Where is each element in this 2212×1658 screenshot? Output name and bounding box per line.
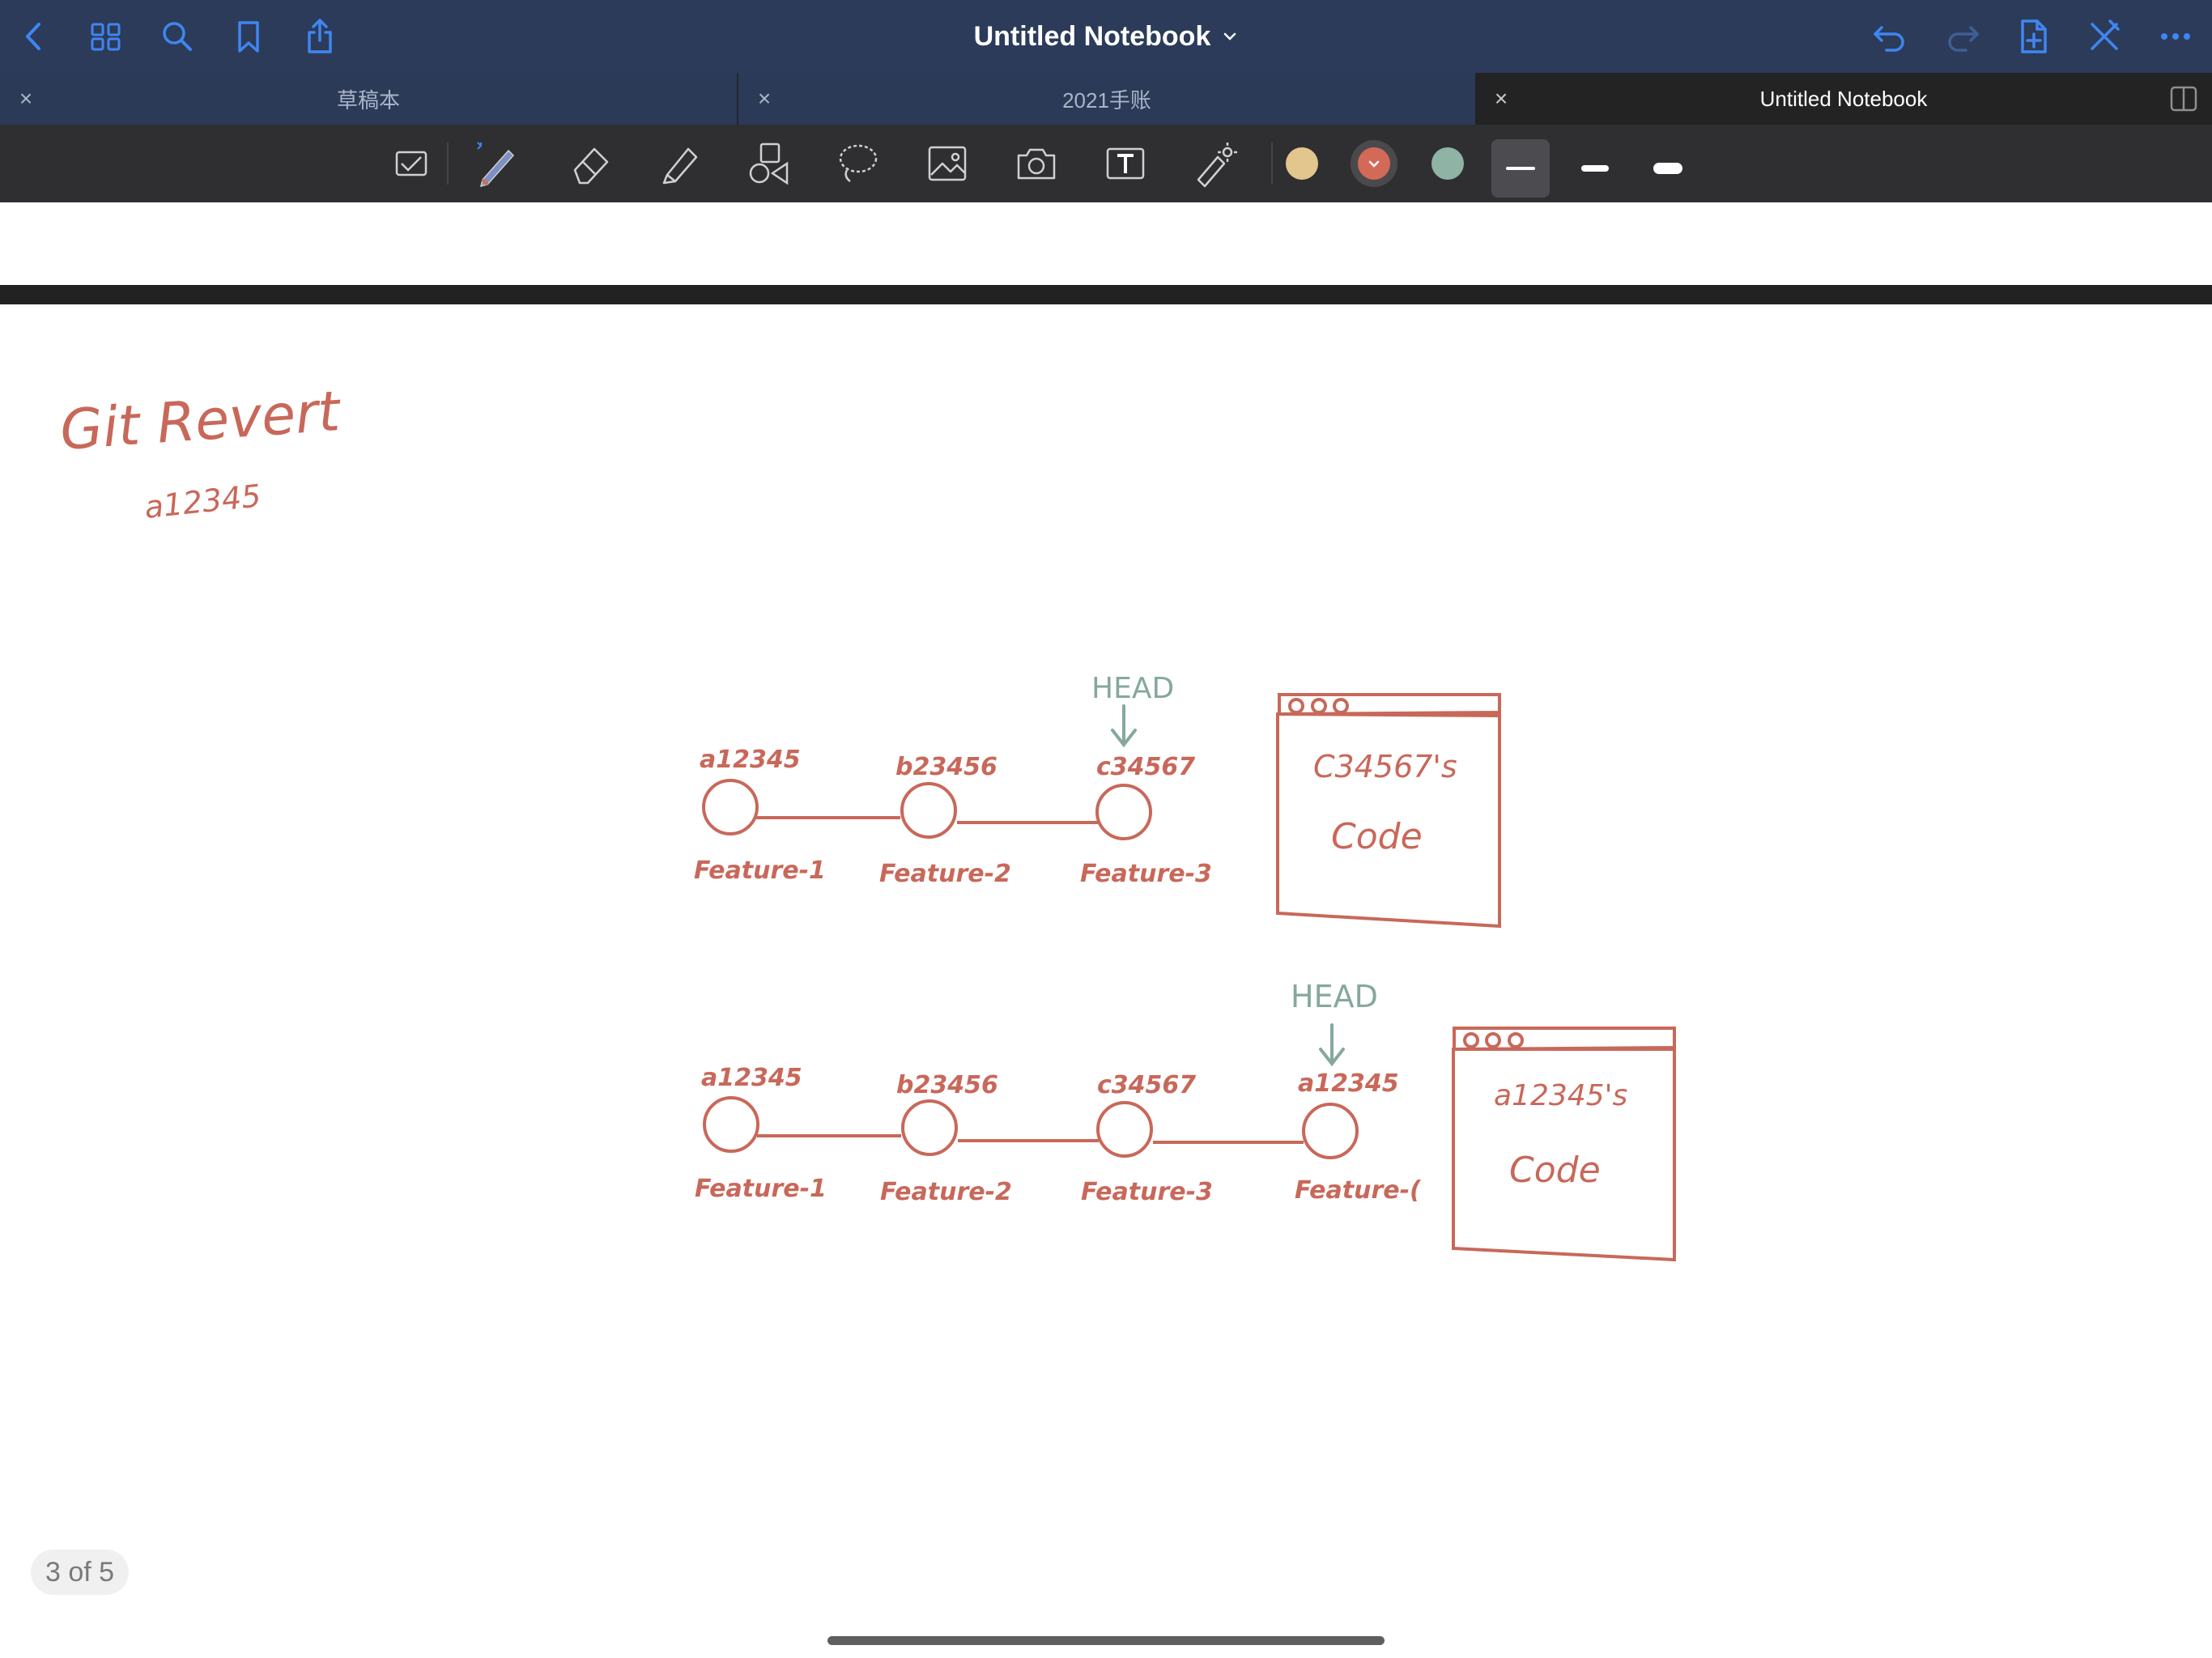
back-icon[interactable]: [15, 16, 55, 57]
tab-notebook[interactable]: × 草稿本: [0, 73, 737, 125]
notebook-title: Untitled Notebook: [973, 20, 1211, 52]
window-caption: a12345's: [1494, 1079, 1627, 1112]
shapes-icon[interactable]: [745, 139, 793, 188]
split-view-icon[interactable]: [2170, 86, 2197, 112]
window-caption: Code: [1331, 816, 1423, 857]
pen-icon[interactable]: [471, 139, 520, 188]
tab-label: Untitled Notebook: [1759, 86, 1928, 111]
commit-diagram-bottom: [703, 1096, 1359, 1159]
window-caption: Code: [1509, 1150, 1601, 1191]
eraser-icon[interactable]: [567, 139, 615, 188]
close-tab-icon[interactable]: ×: [16, 87, 36, 110]
top-navigation-bar: Untitled Notebook: [0, 0, 2212, 73]
thumbnails-icon[interactable]: [86, 16, 126, 57]
feature-label: Feature-2: [879, 860, 1011, 888]
laser-pointer-icon[interactable]: [1190, 139, 1239, 188]
commit-node: [703, 1096, 759, 1153]
commit-node: [1095, 784, 1152, 840]
toolbar-divider: [1271, 142, 1273, 185]
add-page-icon[interactable]: [2013, 16, 2053, 57]
handwritten-subheading: a12345: [143, 478, 262, 525]
drawing-toolbar: [0, 125, 2212, 202]
head-arrow: [1111, 704, 1137, 748]
color-swatch-green[interactable]: [1431, 147, 1464, 180]
commit-hash: c34567: [1096, 753, 1195, 781]
redo-icon[interactable]: [1942, 16, 1982, 57]
feature-label: Feature-(: [1295, 1176, 1422, 1205]
commit-node: [1096, 1101, 1153, 1158]
stroke-width-thin[interactable]: [1491, 139, 1550, 198]
lasso-icon[interactable]: [834, 139, 883, 188]
notebook-canvas[interactable]: Git Revert a12345 a12345 b23456 c34567 F…: [0, 304, 2212, 1658]
notebook-title-button[interactable]: Untitled Notebook: [974, 21, 1239, 53]
camera-icon[interactable]: [1012, 139, 1061, 188]
code-window-top: [1276, 693, 1501, 929]
window-caption: C34567's: [1313, 749, 1457, 784]
close-toolbar-icon[interactable]: [2084, 16, 2125, 57]
commit-node: [900, 782, 957, 839]
share-icon[interactable]: [300, 16, 340, 57]
close-tab-icon[interactable]: ×: [1491, 87, 1511, 110]
more-icon[interactable]: [2155, 16, 2196, 57]
text-tool-icon[interactable]: [1101, 139, 1150, 188]
feature-label: Feature-2: [880, 1178, 1012, 1206]
head-label: HEAD: [1291, 979, 1378, 1014]
commit-hash: c34567: [1097, 1071, 1196, 1099]
tab-bar: × 草稿本 × 2021手账 × Untitled Notebook: [0, 73, 2212, 125]
tab-notebook-active[interactable]: × Untitled Notebook: [1475, 73, 2212, 125]
feature-label: Feature-1: [695, 1175, 827, 1203]
image-icon[interactable]: [923, 139, 972, 188]
tab-notebook[interactable]: × 2021手账: [738, 73, 1475, 125]
commit-hash: a12345: [1298, 1069, 1399, 1098]
commit-diagram-top: [702, 779, 1152, 840]
commit-node: [1302, 1103, 1359, 1159]
read-only-toggle-icon[interactable]: [387, 139, 436, 188]
color-swatch-yellow[interactable]: [1286, 147, 1318, 180]
search-icon[interactable]: [157, 16, 198, 57]
color-swatch-red[interactable]: [1358, 147, 1390, 180]
commit-node: [702, 779, 759, 835]
bookmark-icon[interactable]: [228, 16, 269, 57]
close-tab-icon[interactable]: ×: [755, 87, 774, 110]
feature-label: Feature-3: [1080, 860, 1212, 888]
commit-hash: a12345: [700, 746, 801, 774]
commit-hash: a12345: [701, 1064, 802, 1092]
feature-label: Feature-1: [694, 857, 826, 885]
chevron-down-icon: [1224, 32, 1236, 40]
page-separator: [0, 285, 2212, 304]
page-counter: 3 of 5: [31, 1550, 130, 1595]
code-window-bottom: [1452, 1027, 1676, 1262]
home-indicator[interactable]: [827, 1636, 1385, 1645]
chevron-down-icon: [1368, 160, 1380, 168]
stroke-width-medium[interactable]: [1566, 139, 1624, 198]
undo-icon[interactable]: [1870, 16, 1911, 57]
toolbar-divider: [447, 142, 449, 185]
handwritten-heading: Git Revert: [58, 380, 344, 463]
highlighter-icon[interactable]: [656, 139, 704, 188]
feature-label: Feature-3: [1081, 1178, 1213, 1206]
commit-hash: b23456: [896, 1071, 998, 1099]
tab-label: 2021手账: [1062, 87, 1151, 113]
commit-hash: b23456: [895, 753, 998, 781]
tab-label: 草稿本: [336, 87, 400, 113]
head-label: HEAD: [1091, 672, 1174, 705]
stroke-width-thick[interactable]: [1639, 139, 1697, 198]
head-arrow: [1319, 1023, 1345, 1067]
commit-node: [901, 1099, 958, 1156]
